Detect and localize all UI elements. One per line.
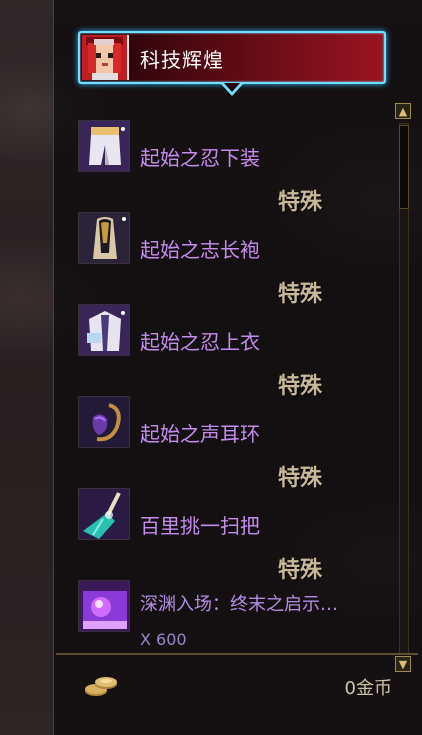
white-coat-icon (78, 304, 130, 356)
avatar (82, 35, 129, 80)
gold-coins-icon (85, 677, 117, 696)
item-tag: 特殊 (278, 557, 323, 583)
item-quantity: X 600 (140, 630, 187, 649)
divider (56, 653, 418, 655)
gold-amount: 0金币 (344, 678, 392, 699)
scroll-thumb[interactable] (399, 125, 409, 209)
item-name: 起始之忍下装 (140, 146, 260, 170)
item-name: 起始之志长袍 (140, 238, 260, 262)
item-name: 起始之忍上衣 (140, 330, 260, 354)
item-tag: 特殊 (278, 281, 323, 307)
purple-earring-icon (78, 396, 130, 448)
golden-robe-icon (78, 212, 130, 264)
item-name: 起始之声耳环 (140, 422, 260, 446)
header-pointer-inner (224, 83, 240, 92)
purple-crystal-ticket-icon (78, 580, 130, 632)
item-name: 百里挑一扫把 (140, 514, 260, 538)
scroll-up-button[interactable]: ▲ (395, 103, 411, 119)
item-tag: 特殊 (278, 465, 323, 491)
white-pants-icon (78, 120, 130, 172)
page-title: 科技辉煌 (140, 48, 224, 72)
teal-broom-icon (78, 488, 130, 540)
footer: 0金币 (56, 656, 422, 735)
item-tag: 特殊 (278, 189, 323, 215)
title-bar: 科技辉煌 (78, 31, 386, 84)
pixel-character-face-icon (82, 35, 127, 80)
item-tag: 特殊 (278, 373, 323, 399)
scrollbar[interactable]: ▲ ▼ (395, 103, 413, 677)
item-name: 深渊入场：终末之启示… (140, 594, 338, 615)
